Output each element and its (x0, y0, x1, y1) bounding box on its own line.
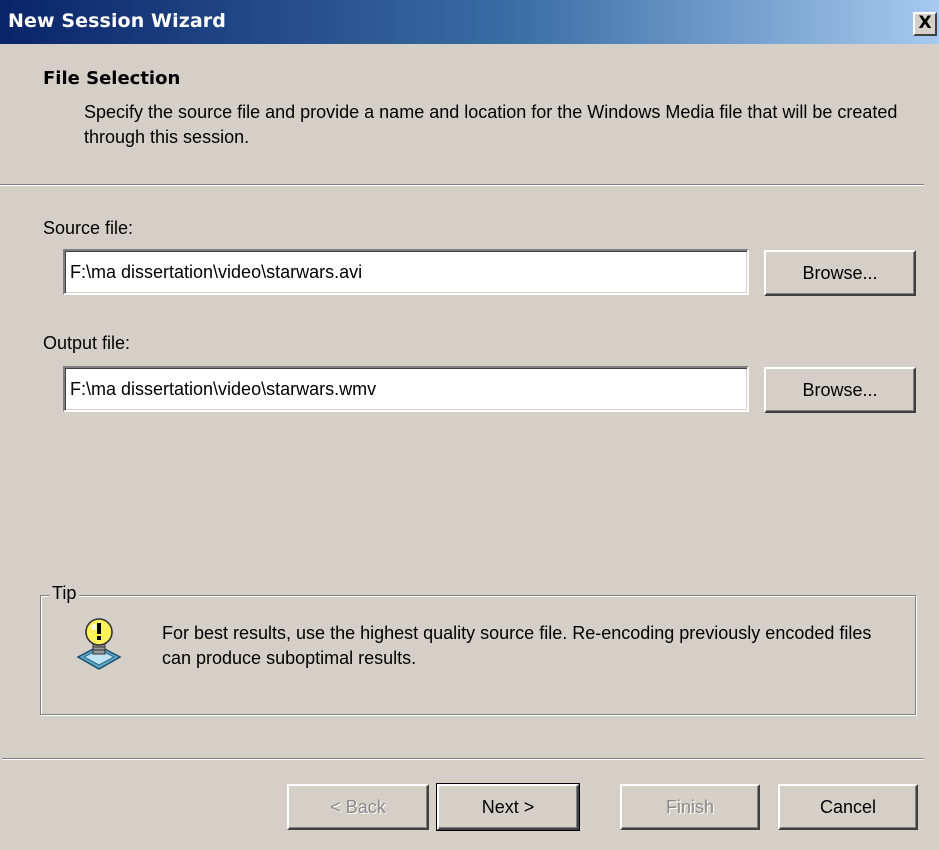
source-file-label: Source file: (43, 218, 134, 238)
output-file-label: Output file: (43, 333, 131, 353)
tip-text: For best results, use the highest qualit… (162, 623, 872, 668)
cancel-button[interactable]: Cancel (778, 784, 918, 830)
lightbulb-icon (74, 616, 124, 672)
title-bar[interactable]: New Session Wizard X (0, 0, 939, 44)
source-browse-button[interactable]: Browse... (764, 250, 916, 296)
page-title: File Selection (43, 68, 181, 89)
finish-button[interactable]: Finish (620, 784, 760, 830)
page-description: Specify the source file and provide a na… (84, 102, 898, 147)
wizard-window: New Session Wizard X File Selection Spec… (0, 0, 939, 850)
close-icon: X (918, 13, 932, 33)
header-divider (0, 184, 924, 186)
next-button[interactable]: Next > (436, 783, 580, 831)
close-button[interactable]: X (913, 12, 937, 36)
tip-legend: Tip (49, 583, 80, 604)
back-button[interactable]: < Back (287, 784, 429, 830)
source-file-input[interactable]: F:\ma dissertation\video\starwars.avi (63, 249, 749, 295)
output-browse-button[interactable]: Browse... (764, 367, 916, 413)
footer-divider (2, 758, 924, 760)
window-title: New Session Wizard (8, 10, 226, 32)
output-file-input[interactable]: F:\ma dissertation\video\starwars.wmv (63, 366, 749, 412)
